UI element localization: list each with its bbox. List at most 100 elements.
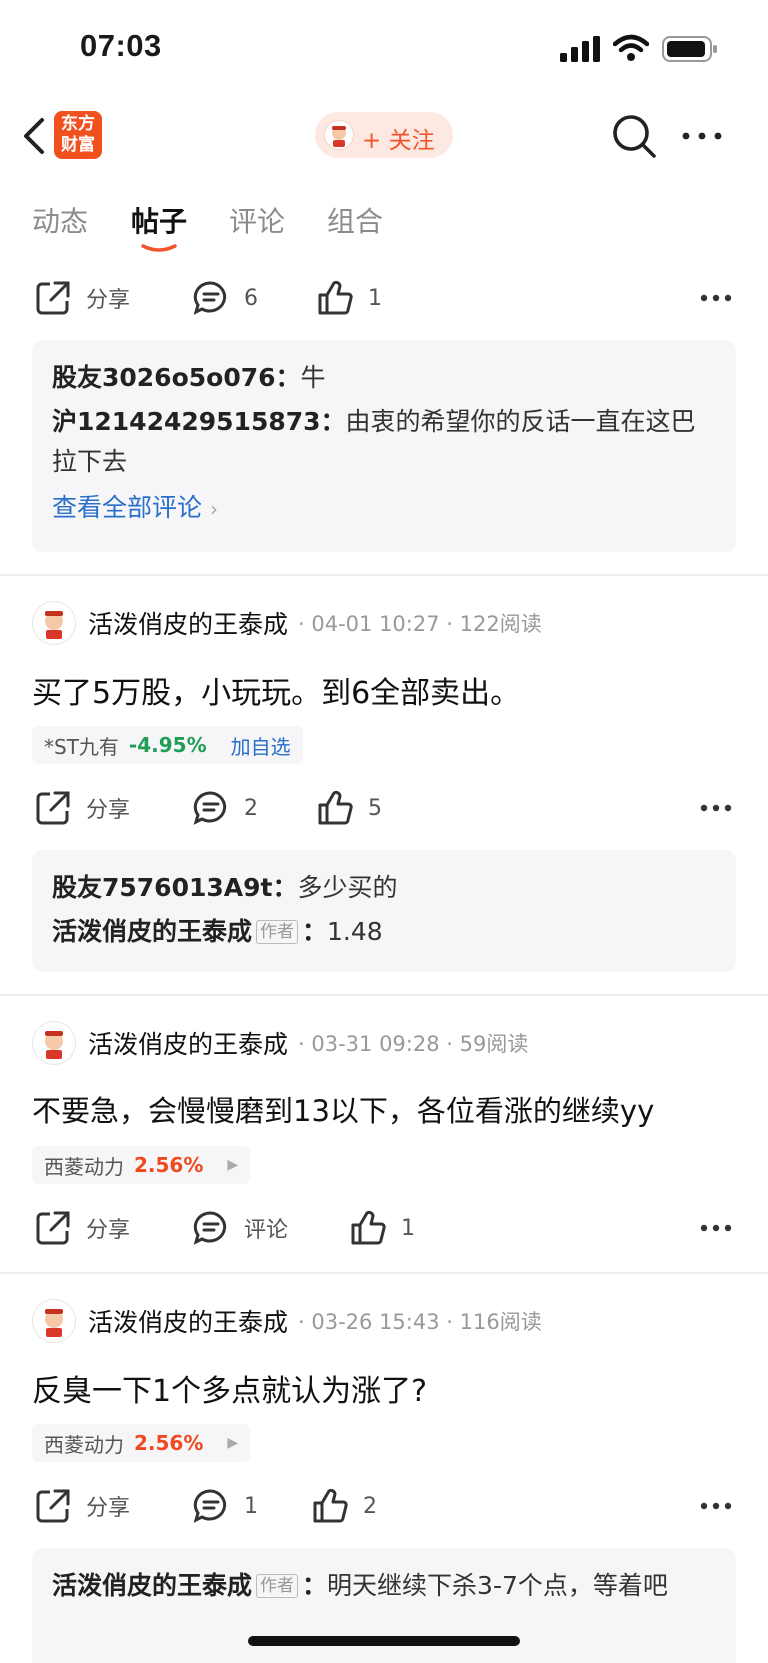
like-button[interactable]: 1 — [349, 1206, 415, 1250]
back-icon[interactable] — [18, 116, 58, 156]
logo-text-2: 财富 — [61, 135, 95, 155]
post-actions: 分享 2 5 — [0, 786, 768, 830]
comment-icon — [193, 1211, 227, 1245]
status-time: 07:03 — [80, 28, 162, 63]
stock-change: -4.95% — [128, 733, 207, 757]
comment-text: 1.48 — [327, 917, 383, 946]
share-button[interactable]: 分享 — [34, 276, 130, 320]
like-count: 5 — [368, 795, 382, 821]
comment-text: 多少买的 — [297, 873, 398, 902]
tab-portfolio[interactable]: 组合 — [327, 200, 383, 240]
comment-user[interactable]: 股友3026o5o076 — [52, 363, 276, 392]
author-tag: 作者 — [256, 1574, 299, 1598]
post-header: 活泼俏皮的王泰成 · 04-01 10:27 · 122阅读 — [32, 600, 752, 646]
comment-count: 1 — [244, 1493, 258, 1519]
comment-user[interactable]: 活泼俏皮的王泰成 — [52, 917, 252, 946]
comment-icon — [193, 791, 227, 825]
comment-line: 活泼俏皮的王泰成 作者 ：1.48 — [52, 917, 383, 946]
post-more-button[interactable] — [700, 1206, 732, 1250]
comment-button[interactable]: 1 — [192, 1484, 258, 1528]
comment-line: 活泼俏皮的王泰成 作者 ：明天继续下杀3-7个点，等着吧 — [52, 1571, 668, 1600]
author-avatar[interactable] — [32, 1299, 76, 1343]
author-avatar[interactable] — [32, 1021, 76, 1065]
stock-change: 2.56% — [134, 1153, 204, 1177]
comment-icon — [193, 281, 227, 315]
comment-user[interactable]: 沪12142429515873 — [52, 407, 321, 436]
divider — [0, 574, 768, 576]
more-icon[interactable] — [680, 126, 724, 146]
tab-underline — [141, 244, 177, 252]
author-avatar[interactable] — [32, 601, 76, 645]
share-icon — [36, 1489, 70, 1523]
logo-text-1: 东方 — [61, 114, 95, 134]
comment-user[interactable]: 股友7576013A9t — [52, 873, 272, 902]
tab-comments[interactable]: 评论 — [229, 200, 285, 240]
share-label: 分享 — [86, 288, 131, 313]
share-label: 分享 — [86, 1218, 131, 1243]
comment-icon — [193, 1489, 227, 1523]
signal-icon — [560, 36, 600, 62]
share-button[interactable]: 分享 — [34, 786, 130, 830]
wifi-icon — [613, 34, 649, 61]
author-name[interactable]: 活泼俏皮的王泰成 — [88, 1303, 288, 1339]
stock-tag[interactable]: *ST九有 -4.95% 加自选 — [32, 726, 303, 764]
follow-button[interactable]: + 关注 — [315, 112, 453, 158]
comment-preview: 股友3026o5o076：牛 沪12142429515873：由衷的希望你的反话… — [32, 340, 736, 552]
thumbs-up-icon — [313, 1488, 348, 1523]
like-button[interactable]: 5 — [316, 786, 382, 830]
post-more-button[interactable] — [700, 786, 732, 830]
like-button[interactable]: 1 — [316, 276, 382, 320]
comment-line: 沪12142429515873：由衷的希望你的反话一直在这巴拉下去 — [52, 407, 696, 476]
post-more-button[interactable] — [700, 1484, 732, 1528]
more-dots-icon — [700, 1224, 732, 1232]
like-count: 1 — [401, 1215, 415, 1241]
stock-tag[interactable]: 西菱动力 2.56% ▶ — [32, 1146, 251, 1184]
comment-count: 2 — [244, 795, 258, 821]
like-button[interactable]: 2 — [311, 1484, 377, 1528]
share-label: 分享 — [86, 798, 131, 823]
add-watchlist-button[interactable]: 加自选 — [231, 731, 291, 760]
comment-label: 评论 — [244, 1218, 289, 1243]
stock-change: 2.56% — [134, 1431, 204, 1455]
comment-button[interactable]: 评论 — [192, 1206, 288, 1250]
share-icon — [36, 1211, 70, 1245]
home-indicator[interactable] — [248, 1636, 520, 1646]
tab-dynamics[interactable]: 动态 — [32, 200, 88, 240]
comment-button[interactable]: 2 — [192, 786, 258, 830]
more-dots-icon — [700, 294, 732, 302]
comment-line: 股友3026o5o076：牛 — [52, 363, 326, 392]
stock-tag[interactable]: 西菱动力 2.56% ▶ — [32, 1424, 251, 1462]
search-icon[interactable] — [610, 112, 658, 160]
author-tag: 作者 — [256, 920, 299, 944]
view-all-comments-link[interactable]: 查看全部评论 › — [52, 488, 716, 529]
app-logo: 东方 财富 — [54, 111, 102, 159]
comment-button[interactable]: 6 — [192, 276, 258, 320]
post-meta: · 03-26 15:43 · 116阅读 — [298, 1310, 542, 1334]
comment-preview: 股友7576013A9t：多少买的 活泼俏皮的王泰成 作者 ：1.48 — [32, 850, 736, 972]
post-header: 活泼俏皮的王泰成 · 03-31 09:28 · 59阅读 — [32, 1020, 752, 1066]
thumbs-up-icon — [318, 280, 353, 315]
comment-user[interactable]: 活泼俏皮的王泰成 — [52, 1571, 252, 1600]
share-button[interactable]: 分享 — [34, 1484, 130, 1528]
post-text[interactable]: 不要急，会慢慢磨到13以下，各位看涨的继续yy — [32, 1088, 654, 1130]
battery-icon — [662, 36, 717, 62]
stock-name: *ST九有 — [44, 734, 119, 759]
tab-posts[interactable]: 帖子 — [131, 200, 187, 240]
post-text[interactable]: 反臭一下1个多点就认为涨了? — [32, 1366, 427, 1410]
post-text[interactable]: 买了5万股，小玩玩。到6全部卖出。 — [32, 668, 520, 712]
comment-line: 股友7576013A9t：多少买的 — [52, 873, 398, 902]
author-name[interactable]: 活泼俏皮的王泰成 — [88, 1025, 288, 1061]
author-name[interactable]: 活泼俏皮的王泰成 — [88, 605, 288, 641]
post-actions: 分享 1 2 — [0, 1484, 768, 1528]
stock-name: 西菱动力 — [44, 1154, 124, 1179]
post-meta: · 04-01 10:27 · 122阅读 — [298, 612, 542, 636]
comment-count: 6 — [244, 285, 258, 311]
triangle-right-icon: ▶ — [227, 1157, 239, 1173]
post-actions: 分享 6 1 — [0, 276, 768, 320]
like-count: 1 — [368, 285, 382, 311]
share-button[interactable]: 分享 — [34, 1206, 130, 1250]
user-avatar — [324, 120, 354, 150]
post-more-button[interactable] — [700, 276, 732, 320]
post-header: 活泼俏皮的王泰成 · 03-26 15:43 · 116阅读 — [32, 1298, 752, 1344]
post-actions: 分享 评论 1 — [0, 1206, 768, 1250]
